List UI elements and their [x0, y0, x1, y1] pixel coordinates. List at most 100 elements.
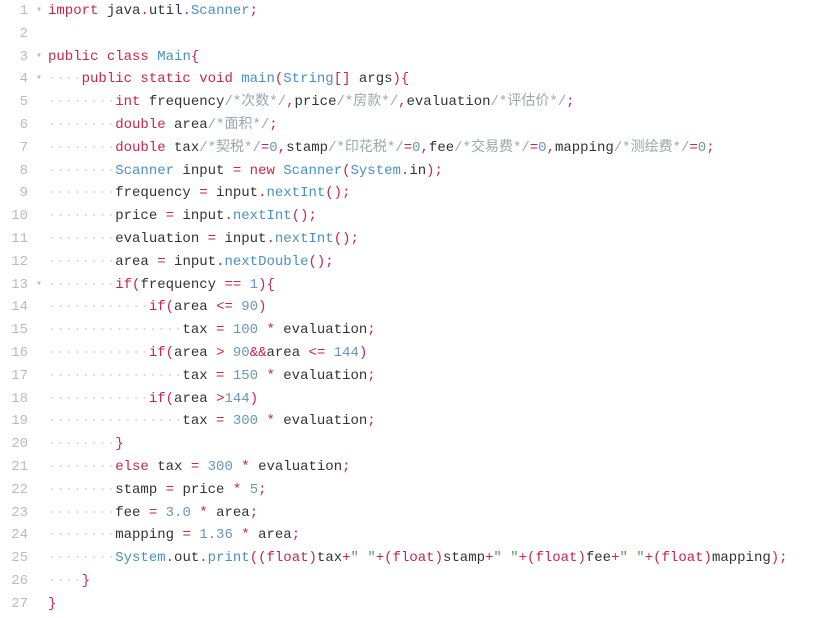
- token-num: 90: [241, 299, 258, 315]
- token-id: price: [294, 94, 336, 110]
- token-id: area: [258, 527, 292, 543]
- token-id: area: [174, 299, 216, 315]
- token-num: 0: [412, 140, 420, 156]
- indent-guides: ········: [48, 277, 115, 293]
- token-kw: float: [662, 550, 704, 566]
- fold-marker: [32, 570, 46, 593]
- line-number: 21: [0, 456, 28, 479]
- fold-marker[interactable]: ▾: [32, 274, 46, 297]
- fold-marker: [32, 593, 46, 616]
- token-op: *: [258, 322, 283, 338]
- code-editor: 1234567891011121314151617181920212223242…: [0, 0, 831, 616]
- fold-marker: [32, 319, 46, 342]
- token-op: {: [266, 277, 274, 293]
- token-kw: class: [107, 49, 157, 65]
- token-op: ;: [258, 482, 266, 498]
- token-type: Scanner: [283, 163, 342, 179]
- line-number: 4: [0, 68, 28, 91]
- line-number: 24: [0, 524, 28, 547]
- token-op: *: [258, 368, 283, 384]
- indent-guides: ········: [48, 550, 115, 566]
- token-cmt: /*次数*/: [224, 94, 286, 110]
- token-id: frequency: [115, 185, 199, 201]
- token-cmt: /*测绘费*/: [614, 140, 690, 156]
- line-number: 27: [0, 593, 28, 616]
- token-type: System: [351, 163, 401, 179]
- token-op: <=: [309, 345, 334, 361]
- token-id: tax: [182, 413, 216, 429]
- token-id: tax: [182, 322, 216, 338]
- fold-marker[interactable]: ▾: [32, 46, 46, 69]
- token-op: }: [48, 596, 56, 612]
- token-op: =: [261, 140, 269, 156]
- code-line: [48, 23, 831, 46]
- token-id: price: [182, 482, 232, 498]
- token-id: tax: [317, 550, 342, 566]
- token-op: []: [334, 71, 359, 87]
- token-op: ;: [435, 163, 443, 179]
- fold-marker: [32, 388, 46, 411]
- token-op: }: [82, 573, 90, 589]
- fold-marker: [32, 524, 46, 547]
- code-line: ········evaluation = input.nextInt();: [48, 228, 831, 251]
- code-area[interactable]: import java.util.Scanner;public class Ma…: [46, 0, 831, 616]
- token-op: ): [250, 391, 258, 407]
- fold-marker: [32, 479, 46, 502]
- token-op: ;: [342, 185, 350, 201]
- token-func: print: [208, 550, 250, 566]
- token-id: mapping: [712, 550, 771, 566]
- token-op: <=: [216, 299, 241, 315]
- token-id: evaluation: [283, 413, 367, 429]
- token-op: .: [266, 231, 274, 247]
- code-line: public class Main{: [48, 46, 831, 69]
- token-cmt: /*交易费*/: [454, 140, 530, 156]
- token-cmt: /*面积*/: [208, 117, 270, 133]
- token-op: =: [208, 231, 225, 247]
- token-op: ): [704, 550, 712, 566]
- fold-marker[interactable]: ▾: [32, 0, 46, 23]
- token-kw: if: [115, 277, 132, 293]
- token-op: .: [224, 208, 232, 224]
- token-op: (): [334, 231, 351, 247]
- fold-marker: [32, 433, 46, 456]
- token-op: ): [435, 550, 443, 566]
- fold-marker[interactable]: ▾: [32, 68, 46, 91]
- indent-guides: ····: [48, 573, 82, 589]
- line-number: 6: [0, 114, 28, 137]
- token-id: tax: [174, 140, 199, 156]
- fold-marker: [32, 296, 46, 319]
- token-kw: float: [267, 550, 309, 566]
- indent-guides: ········: [48, 527, 115, 543]
- token-op: (: [342, 163, 350, 179]
- line-number: 1: [0, 0, 28, 23]
- token-op: ): [393, 71, 401, 87]
- line-number: 25: [0, 547, 28, 570]
- code-line: ········}: [48, 433, 831, 456]
- indent-guides: ············: [48, 391, 149, 407]
- token-op: +: [611, 550, 619, 566]
- token-op: =: [233, 163, 250, 179]
- indent-guides: ········: [48, 163, 115, 179]
- token-id: in: [409, 163, 426, 179]
- token-id: evaluation: [283, 368, 367, 384]
- token-op: ,: [398, 94, 406, 110]
- token-num: 144: [334, 345, 359, 361]
- token-func: nextInt: [233, 208, 292, 224]
- token-op: &&: [250, 345, 267, 361]
- token-op: >: [216, 345, 233, 361]
- token-type: Main: [157, 49, 191, 65]
- token-id: frequency: [149, 94, 225, 110]
- token-op: *: [233, 527, 258, 543]
- token-op: ;: [269, 117, 277, 133]
- indent-guides: ············: [48, 299, 149, 315]
- token-id: input: [182, 163, 232, 179]
- code-line: ········frequency = input.nextInt();: [48, 182, 831, 205]
- token-kw: else: [115, 459, 157, 475]
- fold-marker: [32, 547, 46, 570]
- indent-guides: ········: [48, 140, 115, 156]
- token-id: fee: [115, 505, 149, 521]
- token-num: 0: [538, 140, 546, 156]
- token-func: nextInt: [275, 231, 334, 247]
- code-line: ········else tax = 300 * evaluation;: [48, 456, 831, 479]
- token-op: ==: [224, 277, 249, 293]
